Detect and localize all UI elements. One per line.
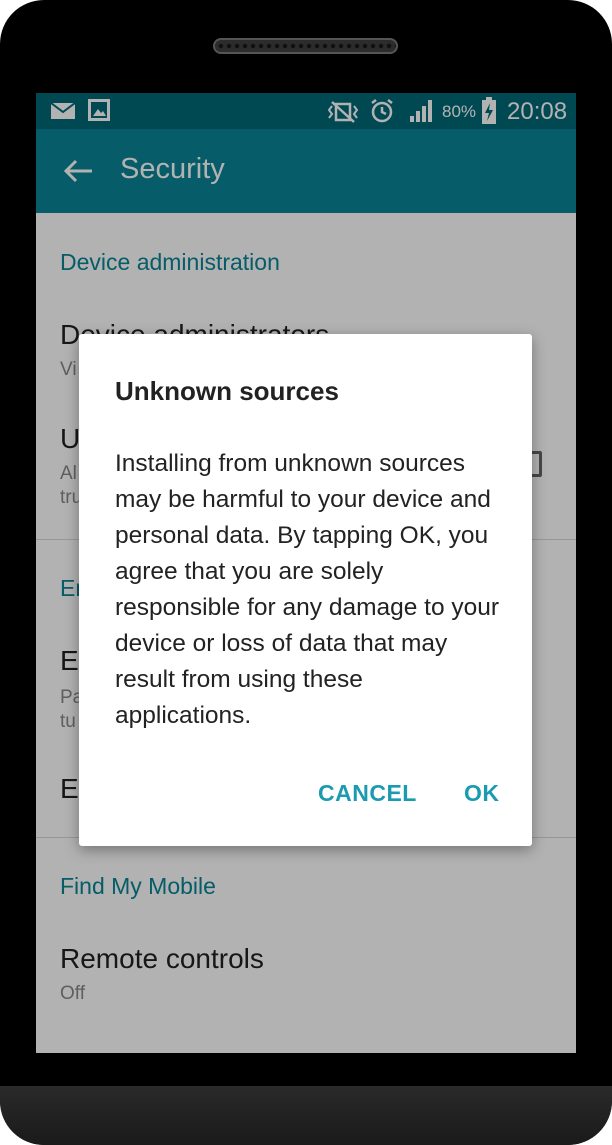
ok-button[interactable]: OK: [464, 780, 500, 807]
dialog-message: Installing from unknown sources may be h…: [115, 450, 500, 729]
phone-chin: [0, 1086, 612, 1145]
cancel-button[interactable]: CANCEL: [318, 780, 417, 807]
unknown-sources-dialog: Unknown sources Installing from unknown …: [79, 334, 532, 846]
phone-frame: 80% 20:08 Security Device administration…: [0, 0, 612, 1145]
dialog-title: Unknown sources: [115, 376, 339, 406]
earpiece-speaker: [213, 38, 398, 54]
